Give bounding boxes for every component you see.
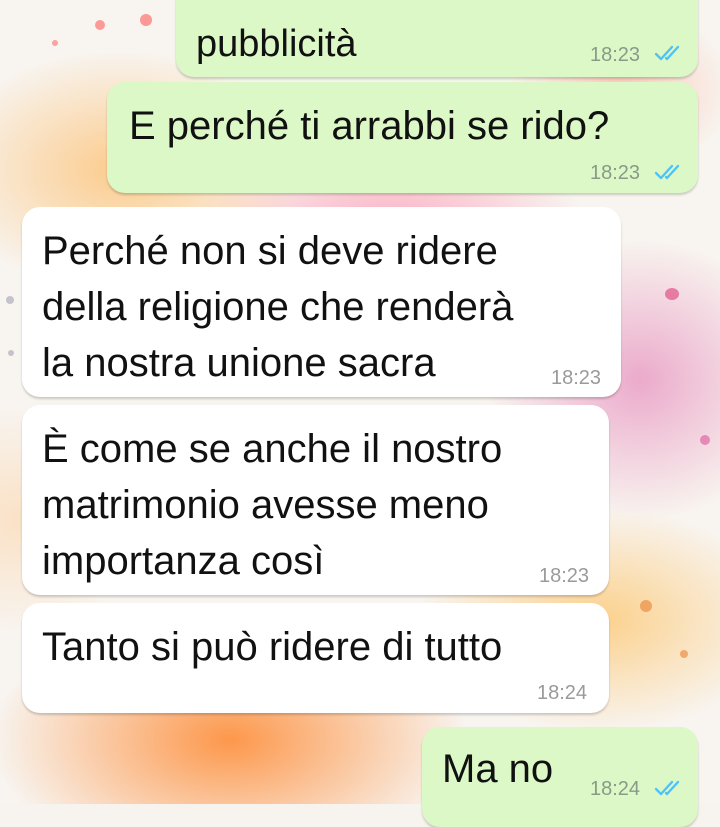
message-bubble-outgoing[interactable]: pubblicità 18:23 <box>176 0 698 77</box>
message-bubble-incoming[interactable]: Perché non si deve ridere della religion… <box>22 207 621 397</box>
message-time: 18:24 <box>590 778 641 800</box>
message-text-line: matrimonio avesse meno <box>42 483 489 527</box>
message-text-line: della religione che renderà <box>42 285 514 329</box>
wallpaper-splatter <box>95 20 105 30</box>
message-text: E perché ti arrabbi se rido? <box>129 104 610 148</box>
wallpaper-splatter <box>6 296 14 304</box>
message-text: Ma no <box>442 747 554 791</box>
message-bubble-outgoing[interactable]: E perché ti arrabbi se rido? 18:23 <box>107 82 698 193</box>
message-time: 18:24 <box>537 682 588 704</box>
double-check-icon <box>654 780 680 796</box>
wallpaper-splatter <box>700 435 710 445</box>
wallpaper-splatter <box>140 14 152 26</box>
message-time: 18:23 <box>590 162 641 184</box>
wallpaper-splatter <box>680 650 688 658</box>
message-bubble-outgoing[interactable]: Ma no 18:24 <box>422 727 698 827</box>
double-check-icon <box>654 45 680 61</box>
message-text-line: importanza così <box>42 539 325 583</box>
wallpaper-splatter <box>52 40 58 46</box>
wallpaper-splatter <box>640 600 652 612</box>
double-check-icon <box>654 164 680 180</box>
message-time: 18:23 <box>539 565 590 587</box>
wallpaper-splatter <box>665 288 679 300</box>
message-text-line: la nostra unione sacra <box>42 341 436 385</box>
message-text-line: Perché non si deve ridere <box>42 229 498 273</box>
message-bubble-incoming[interactable]: Tanto si può ridere di tutto 18:24 <box>22 603 609 713</box>
message-bubble-incoming[interactable]: È come se anche il nostro matrimonio ave… <box>22 405 609 595</box>
message-text: pubblicità <box>196 23 357 65</box>
message-text: Tanto si può ridere di tutto <box>42 625 503 669</box>
message-text-line: È come se anche il nostro <box>42 427 503 471</box>
wallpaper-splatter <box>8 350 14 356</box>
message-time: 18:23 <box>590 44 641 66</box>
message-time: 18:23 <box>551 367 602 389</box>
